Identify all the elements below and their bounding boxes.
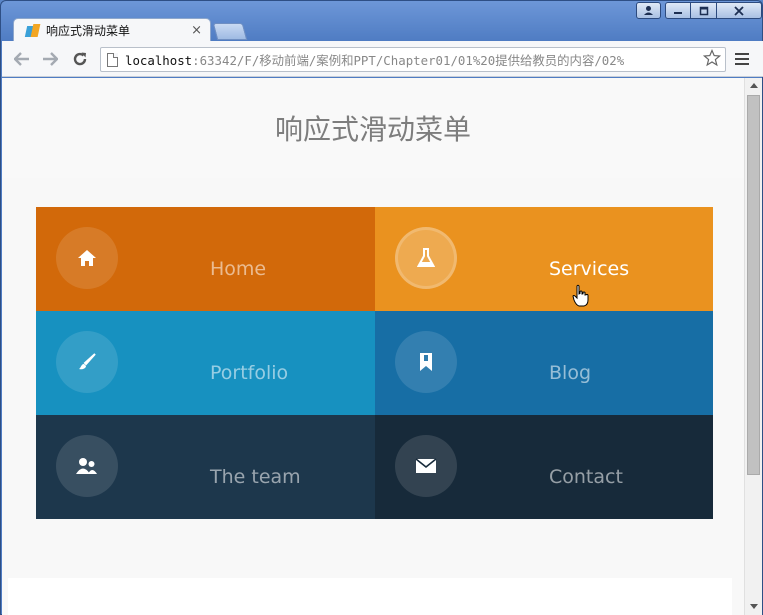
close-icon <box>734 5 744 16</box>
browser-window: 响应式滑动菜单 × localhost:63342/F/移动前端/案例和PPT/… <box>0 0 763 615</box>
arrow-right-icon <box>43 52 58 66</box>
user-button[interactable] <box>636 2 661 19</box>
team-icon <box>56 435 118 497</box>
forward-button[interactable] <box>40 49 60 69</box>
back-button[interactable] <box>12 49 32 69</box>
menu-item-portfolio[interactable]: Portfolio <box>36 311 375 415</box>
menu-item-home[interactable]: Home <box>36 207 375 311</box>
reload-button[interactable] <box>70 49 90 69</box>
menu-item-team[interactable]: The team <box>36 415 375 519</box>
hamburger-menu-icon[interactable] <box>735 53 749 68</box>
scroll-up-icon[interactable] <box>750 83 758 88</box>
home-icon <box>56 227 118 289</box>
tab-title: 响应式滑动菜单 <box>46 24 131 38</box>
mail-icon <box>395 435 457 497</box>
browser-toolbar: localhost:63342/F/移动前端/案例和PPT/Chapter01/… <box>2 41 763 77</box>
page-title: 响应式滑动菜单 <box>274 113 471 146</box>
brush-icon <box>56 331 118 393</box>
tab-close-icon[interactable]: × <box>191 23 202 38</box>
star-icon[interactable] <box>703 49 721 67</box>
maximize-button[interactable] <box>691 2 717 19</box>
menu-item-label: Services <box>549 258 630 280</box>
user-icon <box>636 2 661 19</box>
page-icon <box>107 52 118 67</box>
minimize-icon <box>674 11 682 14</box>
close-window-button[interactable] <box>717 2 762 19</box>
flask-icon <box>395 227 457 289</box>
menu-item-label: Contact <box>549 466 623 488</box>
scroll-down-icon[interactable] <box>750 604 758 609</box>
menu-item-label: Blog <box>549 362 591 384</box>
tab-active[interactable]: 响应式滑动菜单 × <box>13 18 211 42</box>
maximize-icon <box>699 6 708 15</box>
slide-menu: Home Services Portfolio Blog The team Co… <box>36 207 713 519</box>
menu-item-label: Home <box>210 258 267 280</box>
hand-pointer-icon <box>572 284 589 307</box>
bookmark-icon <box>395 331 457 393</box>
menu-item-services[interactable]: Services <box>375 207 713 311</box>
webstorm-favicon-icon <box>24 23 41 38</box>
menu-item-label: Portfolio <box>210 362 289 384</box>
vertical-scrollbar[interactable] <box>744 78 762 615</box>
arrow-left-icon <box>14 52 29 66</box>
scroll-thumb[interactable] <box>747 95 760 475</box>
menu-item-blog[interactable]: Blog <box>375 311 713 415</box>
menu-item-contact[interactable]: Contact <box>375 415 713 519</box>
reload-icon <box>73 52 87 66</box>
minimize-button[interactable] <box>665 2 691 19</box>
menu-item-label: The team <box>210 466 301 488</box>
url-text: localhost:63342/F/移动前端/案例和PPT/Chapter01/… <box>125 52 625 68</box>
page-footer-area <box>8 578 732 615</box>
address-bar[interactable]: localhost:63342/F/移动前端/案例和PPT/Chapter01/… <box>100 47 726 72</box>
page-viewport: 响应式滑动菜单 Home Services Portfolio Blog The… <box>2 78 744 615</box>
window-controls <box>665 2 762 19</box>
new-tab-button[interactable] <box>212 23 248 40</box>
